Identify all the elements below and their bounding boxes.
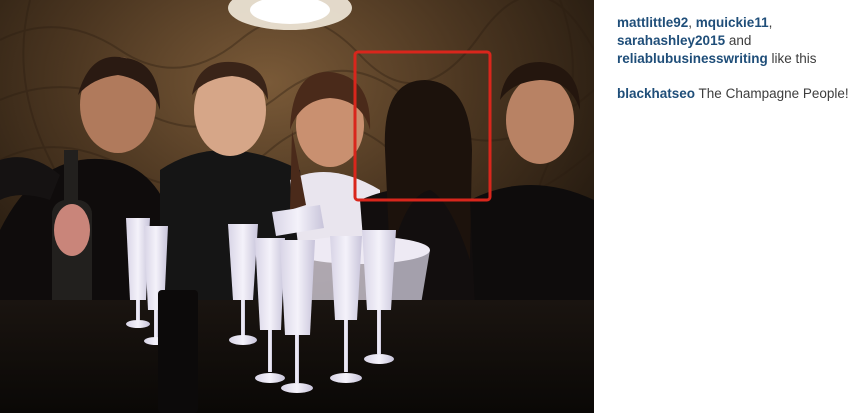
likes-line-1: mattlittle92, mquickie11, [617,15,773,30]
liker-link[interactable]: mquickie11 [696,15,769,30]
likes-line-3: reliablubusinesswriting like this [617,51,817,66]
liker-link[interactable]: mattlittle92 [617,15,688,30]
likes-summary: mattlittle92, mquickie11, sarahashley201… [617,14,864,68]
comment-author-link[interactable]: blackhatseo [617,86,695,101]
post-sidebar: mattlittle92, mquickie11, sarahashley201… [617,14,864,103]
post-photo[interactable] [0,0,594,413]
likes-line-2: sarahashley2015 and [617,33,752,48]
photo-illustration [0,0,594,413]
dark-glass [158,290,198,413]
comment: blackhatseo The Champagne People! [617,85,864,103]
liker-link[interactable]: sarahashley2015 [617,33,725,48]
liker-link[interactable]: reliablubusinesswriting [617,51,768,66]
comment-text: The Champagne People! [695,86,849,101]
